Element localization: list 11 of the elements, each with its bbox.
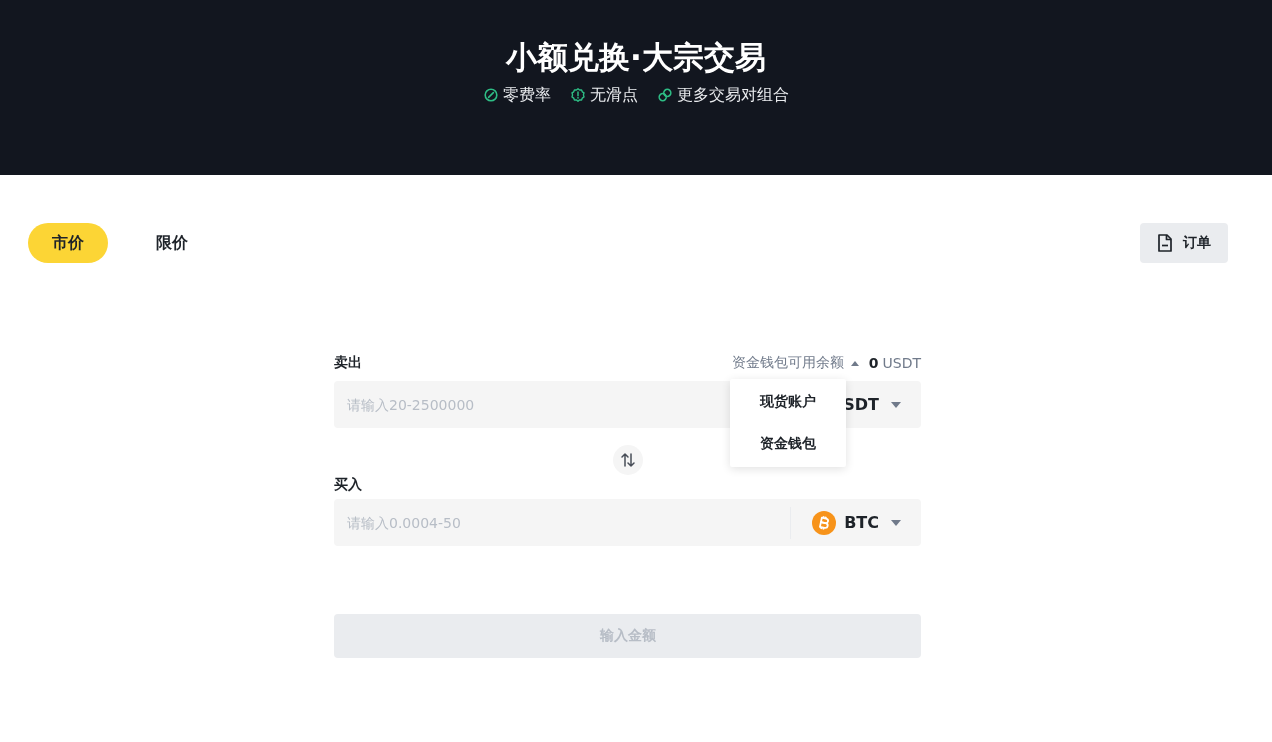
currency-label: SDT [843,395,879,414]
currency-label: BTC [844,513,879,532]
buy-label: 买入 [334,476,362,494]
balance-value: 0 [868,355,879,371]
orders-label: 订单 [1183,234,1211,252]
sell-label: 卖出 [334,354,362,372]
feature-label: 无滑点 [589,85,638,105]
balance-unit: USDT [882,355,921,371]
feature-label: 更多交易对组合 [676,85,789,105]
page-title: 小额兑换·大宗交易 [506,38,766,77]
feature-label: 零费率 [502,85,551,105]
